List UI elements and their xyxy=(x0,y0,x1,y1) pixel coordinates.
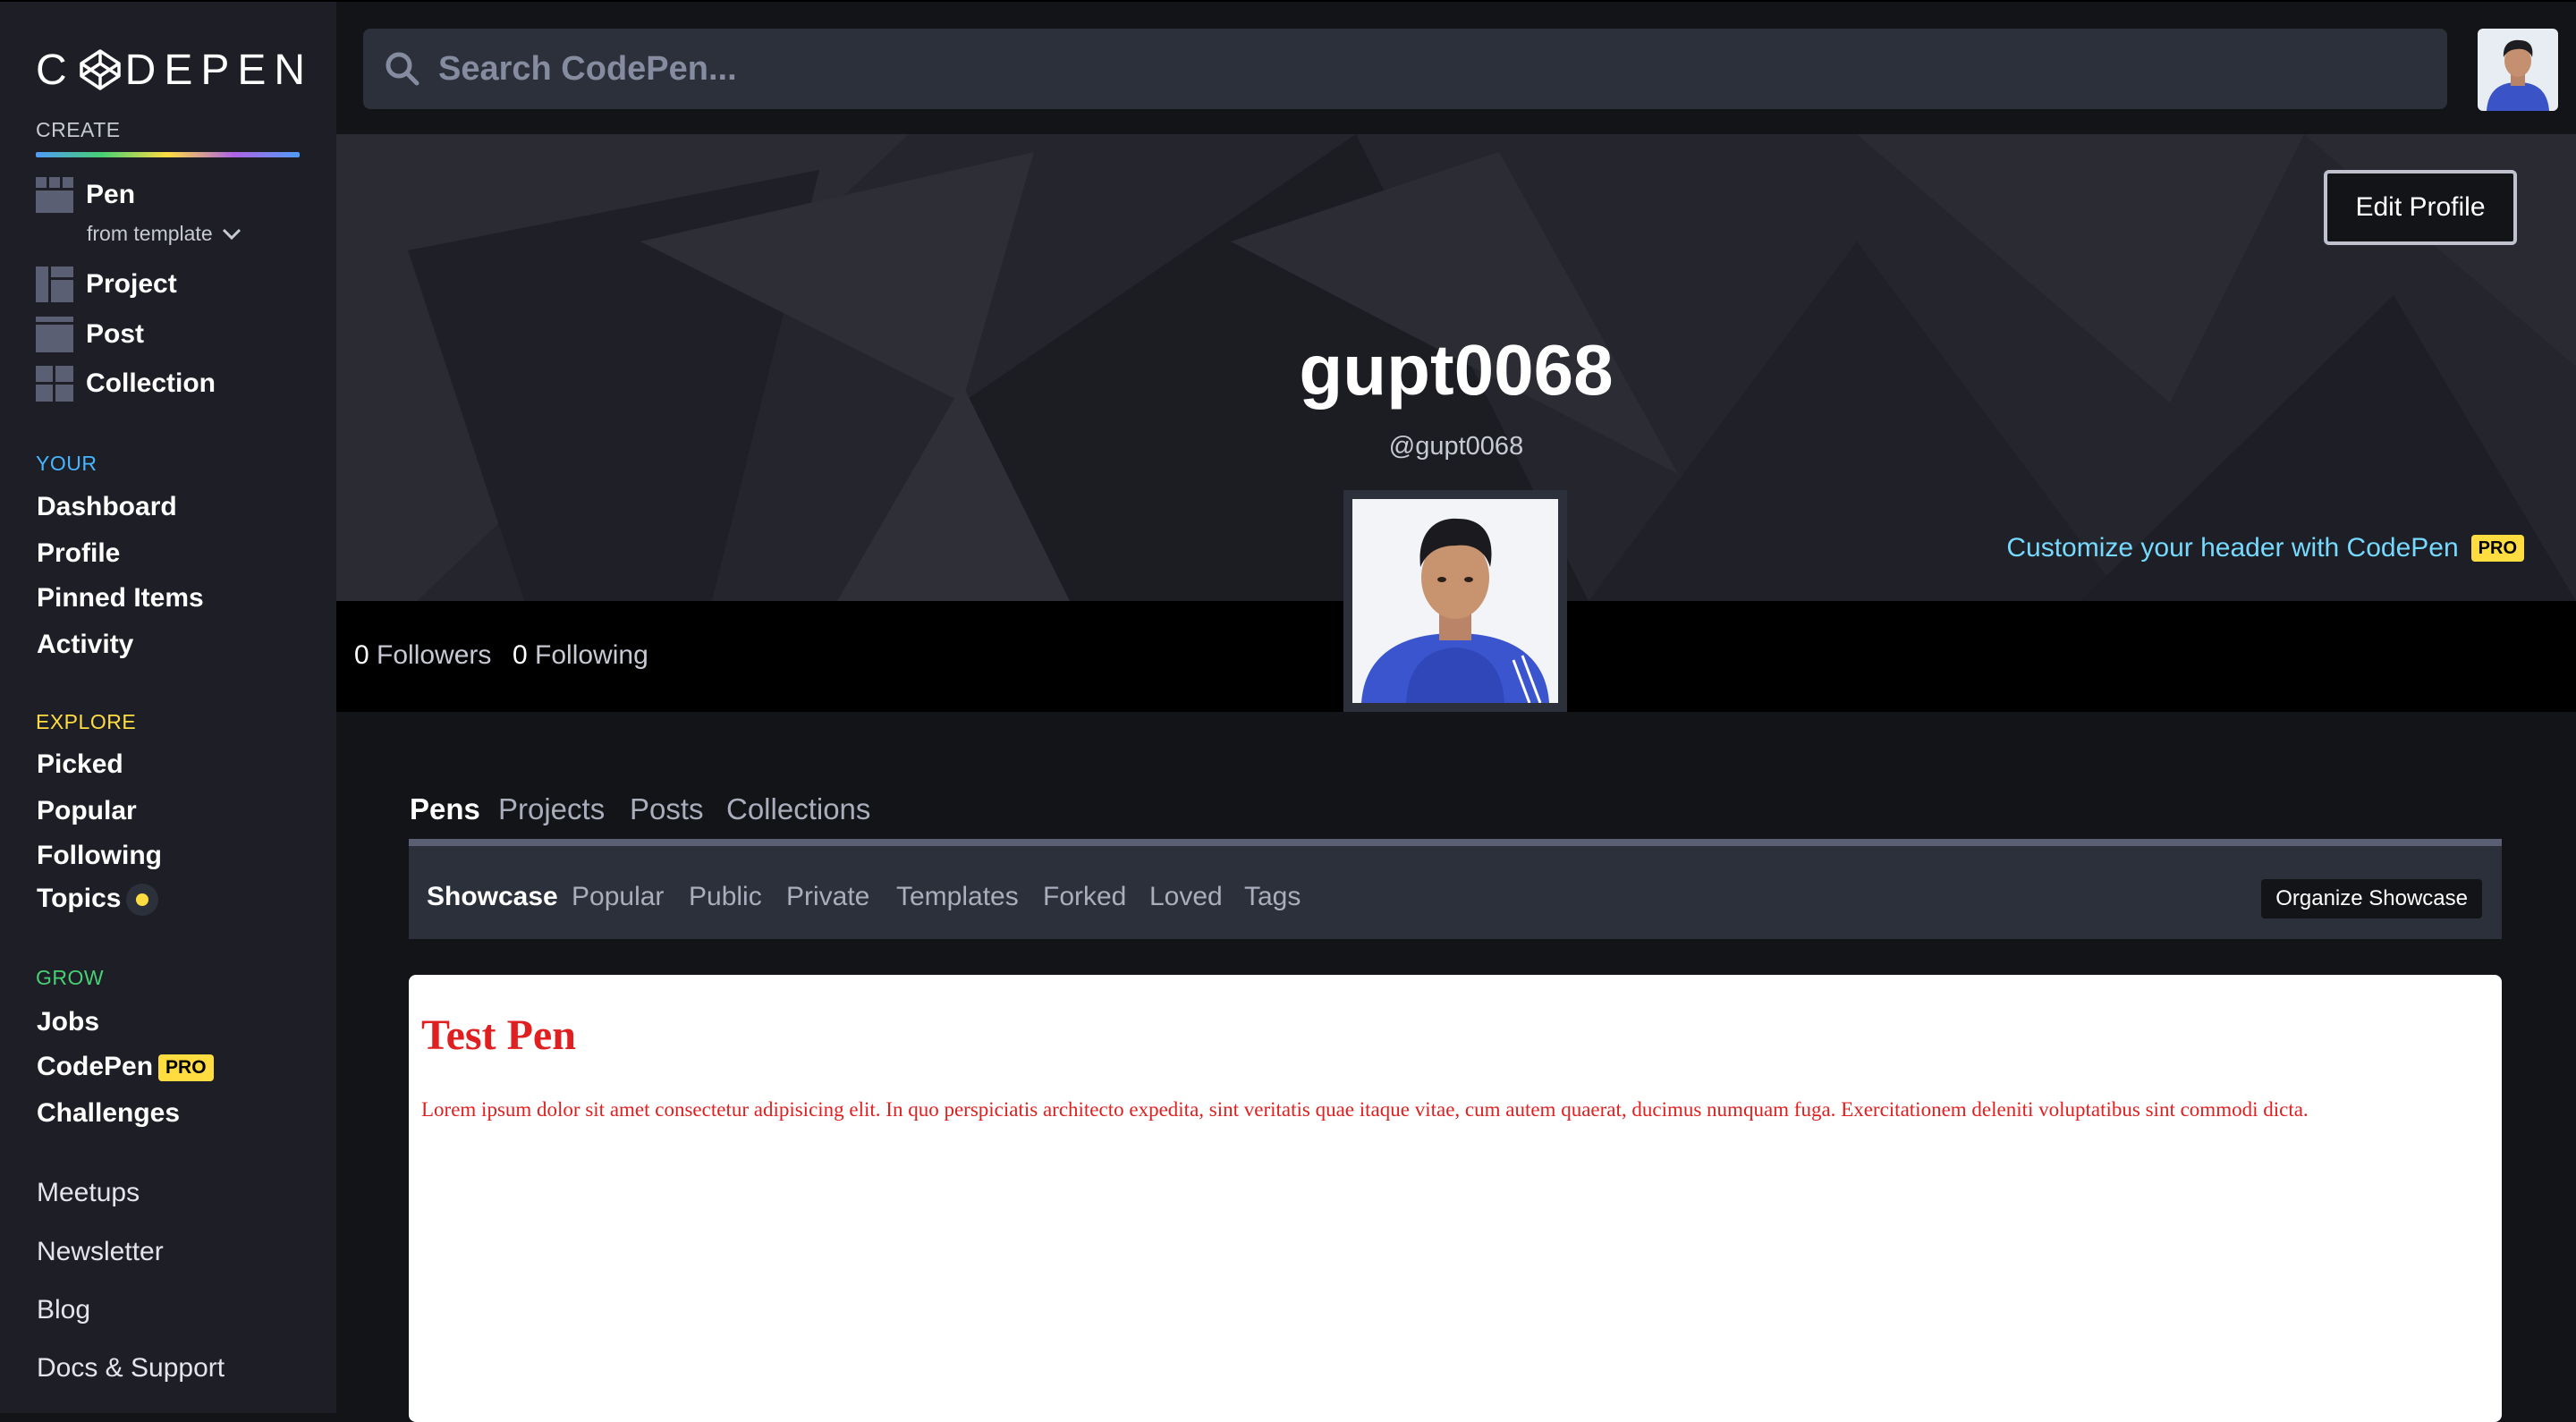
followers-link[interactable]: 0 Followers xyxy=(354,640,491,671)
grow-section-label: GROW xyxy=(36,966,105,989)
subtab-public[interactable]: Public xyxy=(689,882,762,912)
profile-handle: @gupt0068 xyxy=(1388,432,1524,461)
codepen-logo[interactable]: C DEPEN xyxy=(36,46,314,94)
chevron-down-icon xyxy=(222,228,241,240)
sidebar-item-topics[interactable]: Topics xyxy=(37,884,159,917)
logo-letter-c: C xyxy=(36,46,75,94)
collection-grid-icon xyxy=(36,366,73,402)
pen-body-text: Lorem ipsum dolor sit amet consectetur a… xyxy=(421,1098,2309,1121)
subtab-showcase[interactable]: Showcase xyxy=(427,882,558,912)
following-link[interactable]: 0 Following xyxy=(513,640,648,671)
tab-pens[interactable]: Pens xyxy=(410,792,480,826)
create-pen-button[interactable]: Pen xyxy=(36,175,135,215)
search-bar[interactable] xyxy=(363,29,2447,109)
create-collection-button[interactable]: Collection xyxy=(36,364,216,403)
profile-avatar xyxy=(1343,490,1567,712)
new-indicator-dot-icon xyxy=(126,884,159,917)
from-template-dropdown[interactable]: from template xyxy=(87,222,242,246)
tab-projects[interactable]: Projects xyxy=(498,792,605,826)
pen-preview-card[interactable]: Test Pen Lorem ipsum dolor sit amet cons… xyxy=(409,975,2502,1422)
subtab-loved[interactable]: Loved xyxy=(1149,882,1223,912)
sidebar-item-following[interactable]: Following xyxy=(37,841,162,871)
sidebar-item-newsletter[interactable]: Newsletter xyxy=(37,1237,164,1267)
sidebar-item-meetups[interactable]: Meetups xyxy=(37,1178,140,1208)
codepen-cube-icon xyxy=(79,49,121,90)
sidebar-item-codepen-pro[interactable]: CodePen PRO xyxy=(37,1052,214,1082)
followers-label: Followers xyxy=(377,640,492,670)
sidebar-item-picked[interactable]: Picked xyxy=(37,749,123,780)
edit-profile-button[interactable]: Edit Profile xyxy=(2324,170,2517,245)
following-label: Following xyxy=(535,640,648,670)
pro-badge: PRO xyxy=(2470,535,2524,562)
explore-section-label: EXPLORE xyxy=(36,710,137,733)
your-section-label: YOUR xyxy=(36,452,97,475)
post-icon xyxy=(36,317,73,352)
profile-photo xyxy=(1352,499,1558,704)
create-pen-label: Pen xyxy=(86,180,136,209)
sidebar-item-challenges[interactable]: Challenges xyxy=(37,1098,180,1129)
customize-header-link[interactable]: Customize your header with CodePen PRO xyxy=(2006,533,2524,563)
following-count: 0 xyxy=(513,640,528,670)
pro-badge: PRO xyxy=(158,1054,214,1082)
create-project-label: Project xyxy=(86,269,177,299)
subtab-private[interactable]: Private xyxy=(786,882,869,912)
create-section-label: CREATE xyxy=(36,118,121,141)
tab-posts[interactable]: Posts xyxy=(630,792,704,826)
sidebar-item-topics-label: Topics xyxy=(37,884,122,913)
subtab-templates[interactable]: Templates xyxy=(896,882,1019,912)
followers-count: 0 xyxy=(354,640,369,670)
sidebar-item-jobs[interactable]: Jobs xyxy=(37,1007,99,1037)
subtab-forked[interactable]: Forked xyxy=(1043,882,1126,912)
create-post-label: Post xyxy=(86,319,145,349)
subtab-bar: Showcase Popular Public Private Template… xyxy=(409,839,2502,939)
project-grid-icon xyxy=(36,267,73,302)
create-collection-label: Collection xyxy=(86,368,216,398)
sidebar-item-pinned-items[interactable]: Pinned Items xyxy=(37,583,204,614)
pen-grid-icon xyxy=(36,177,73,213)
sidebar-item-codepen-label: CodePen xyxy=(37,1052,154,1081)
search-icon xyxy=(386,52,419,86)
create-post-button[interactable]: Post xyxy=(36,315,144,354)
sidebar-item-profile[interactable]: Profile xyxy=(37,538,120,569)
sidebar-item-blog[interactable]: Blog xyxy=(37,1295,90,1325)
pen-title: Test Pen xyxy=(421,1011,576,1059)
organize-showcase-button[interactable]: Organize Showcase xyxy=(2261,879,2482,918)
sidebar-item-popular[interactable]: Popular xyxy=(37,796,137,826)
profile-name: gupt0068 xyxy=(1299,330,1614,410)
search-input[interactable] xyxy=(436,48,2408,89)
sidebar-item-activity[interactable]: Activity xyxy=(37,630,133,660)
logo-text: DEPEN xyxy=(124,46,314,94)
create-project-button[interactable]: Project xyxy=(36,265,177,304)
sidebar-item-dashboard[interactable]: Dashboard xyxy=(37,492,177,522)
sidebar-item-docs-support[interactable]: Docs & Support xyxy=(37,1353,225,1384)
user-avatar-button[interactable] xyxy=(2478,29,2558,111)
subtab-popular[interactable]: Popular xyxy=(572,882,664,912)
sidebar: C DEPEN CREATE Pen from template Project xyxy=(0,0,336,1413)
avatar xyxy=(2478,29,2558,111)
subtab-tags[interactable]: Tags xyxy=(1244,882,1301,912)
from-template-label: from template xyxy=(87,222,213,245)
tab-collections[interactable]: Collections xyxy=(726,792,870,826)
customize-header-text: Customize your header with CodePen xyxy=(2006,533,2459,563)
top-bar xyxy=(336,0,2576,134)
create-gradient-bar xyxy=(36,152,300,157)
